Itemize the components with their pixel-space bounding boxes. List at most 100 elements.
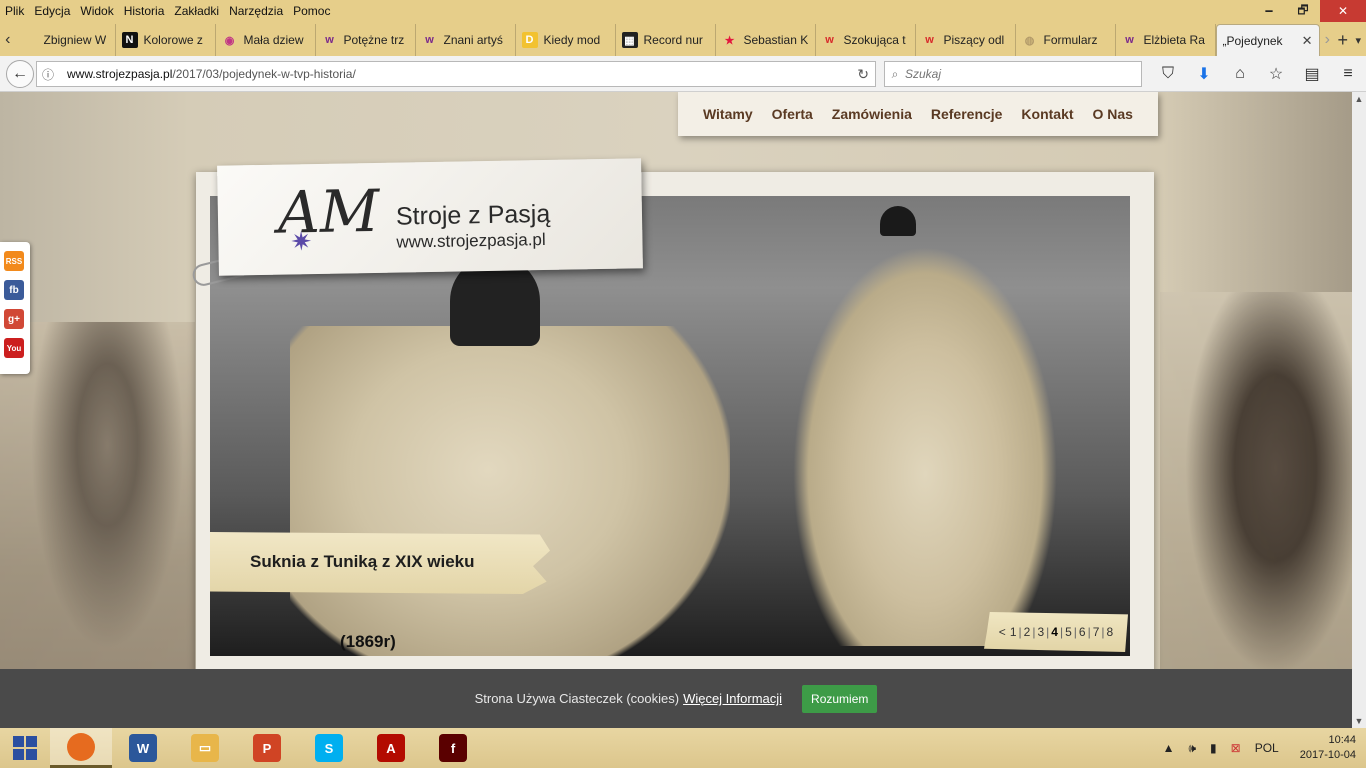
star-icon: ★ [724, 34, 735, 47]
tab-close-icon[interactable]: ✕ [1302, 33, 1313, 49]
tab-title: Sebastian K [743, 33, 809, 47]
clock-date: 2017-10-04 [1299, 749, 1356, 761]
network-icon[interactable]: ▮ [1210, 741, 1217, 755]
cookie-accept-button[interactable]: Rozumiem [802, 684, 878, 713]
menu-pomoc[interactable]: Pomoc [288, 4, 335, 18]
list-all-tabs-icon[interactable]: ▾ [1351, 24, 1366, 56]
download-icon[interactable]: ⬇ [1186, 60, 1222, 88]
url-bar[interactable]: ⓘ www.strojezpasja.pl/2017/03/pojedynek-… [36, 61, 876, 87]
tab-0[interactable]: Zbigniew W [16, 24, 116, 56]
url-text[interactable]: www.strojezpasja.pl/2017/03/pojedynek-w-… [59, 67, 356, 81]
maximize-button[interactable]: 🗗 [1286, 0, 1320, 22]
back-button[interactable]: ← [6, 59, 34, 88]
nav-referencje[interactable]: Referencje [931, 106, 1003, 122]
tab-title: Szokująca t [843, 33, 906, 47]
tab-scroll-right-icon[interactable]: › [1320, 24, 1336, 56]
tab-5[interactable]: D Kiedy mod [516, 24, 616, 56]
tab-title: Kiedy mod [543, 33, 601, 47]
start-button[interactable] [0, 728, 50, 768]
home-icon[interactable]: ⌂ [1222, 60, 1258, 88]
pager-page-6[interactable]: 6 [1079, 625, 1086, 639]
pager-page-8[interactable]: 8 [1107, 625, 1114, 639]
pager-separator: | [1046, 625, 1050, 639]
info-icon[interactable]: ⓘ [37, 66, 59, 83]
bookmark-star-icon[interactable]: ☆ [1258, 60, 1294, 88]
tab-4[interactable]: w Znani artyś [416, 24, 516, 56]
tab-11[interactable]: w Elżbieta Ra [1116, 24, 1216, 56]
pager-page-3[interactable]: 3 [1037, 625, 1044, 639]
pager-page-5[interactable]: 5 [1065, 625, 1072, 639]
tab-1[interactable]: N Kolorowe z [116, 24, 216, 56]
windows-logo-icon [13, 736, 37, 760]
nav-kontakt[interactable]: Kontakt [1021, 106, 1073, 122]
rss-icon[interactable]: RSS [4, 251, 24, 271]
cookie-more-info-link[interactable]: Więcej Informacji [683, 691, 782, 706]
pager-prev[interactable]: < [999, 625, 1006, 639]
skype-icon: S [315, 734, 343, 762]
search-input[interactable] [905, 67, 1125, 81]
menu-widok[interactable]: Widok [75, 4, 118, 18]
taskbar-app-word[interactable]: W [112, 728, 174, 768]
reader-list-icon[interactable]: ▤ [1294, 60, 1330, 88]
site-logo[interactable]: AM ✷ Stroje z Pasją www.strojezpasja.pl [217, 158, 643, 276]
close-button[interactable]: ✕ [1320, 0, 1366, 22]
clock-time: 10:44 [1328, 734, 1356, 746]
slider-pager: < 1 | 2 | 3 | 4 | 5 | 6 | 7 | 8 [984, 612, 1128, 652]
menu-narzedzia[interactable]: Narzędzia [224, 4, 288, 18]
notification-disabled-icon[interactable]: ⊠ [1231, 741, 1241, 755]
tab-6[interactable]: ▦ Record nur [616, 24, 716, 56]
taskbar-app-acrobat[interactable]: A [360, 728, 422, 768]
page-scrollbar[interactable]: ▲ ▼ [1352, 92, 1366, 728]
clock[interactable]: 10:44 2017-10-04 [1300, 733, 1356, 763]
tray-expand-icon[interactable]: ▲ [1163, 741, 1175, 755]
taskbar-app-skype[interactable]: S [298, 728, 360, 768]
menu-edycja[interactable]: Edycja [29, 4, 75, 18]
google-plus-icon[interactable]: g+ [4, 309, 24, 329]
nav-o-nas[interactable]: O Nas [1092, 106, 1132, 122]
tab-10[interactable]: ◍ Formularz [1016, 24, 1116, 56]
pager-page-2[interactable]: 2 [1024, 625, 1031, 639]
search-bar[interactable]: ⌕ [884, 61, 1142, 87]
pager-page-1[interactable]: 1 [1010, 625, 1017, 639]
nav-witamy[interactable]: Witamy [703, 106, 753, 122]
volume-icon[interactable]: 🕪 [1188, 741, 1196, 756]
menu-plik[interactable]: Plik [0, 4, 29, 18]
pager-separator: | [1073, 625, 1077, 639]
slide-year: (1869r) [340, 632, 396, 651]
nav-oferta[interactable]: Oferta [772, 106, 813, 122]
scroll-down-icon[interactable]: ▼ [1352, 714, 1366, 728]
tab-title: Record nur [643, 33, 703, 47]
new-tab-button[interactable]: + [1335, 24, 1351, 56]
taskbar-app-file-explorer[interactable]: ▭ [174, 728, 236, 768]
menu-historia[interactable]: Historia [119, 4, 170, 18]
tab-8[interactable]: w Szokująca t [816, 24, 916, 56]
menu-zakladki[interactable]: Zakładki [169, 4, 224, 18]
hamburger-menu-icon[interactable]: ≡ [1330, 60, 1366, 88]
w-red-logo-icon: w [825, 34, 834, 46]
flash-icon: f [439, 734, 467, 762]
pager-page-7[interactable]: 7 [1093, 625, 1100, 639]
minimize-button[interactable]: 🗕 [1252, 0, 1286, 22]
tab-9[interactable]: w Piszący odl [916, 24, 1016, 56]
taskbar-app-flash[interactable]: f [422, 728, 484, 768]
taskbar-app-powerpoint[interactable]: P [236, 728, 298, 768]
tab-2[interactable]: ◉ Mała dziew [216, 24, 316, 56]
tab-strip: ‹ Zbigniew W N Kolorowe z ◉ Mała dziew w Potęż… [0, 22, 1366, 56]
pager-separator: | [1101, 625, 1105, 639]
powerpoint-icon: P [253, 734, 281, 762]
pocket-icon[interactable]: ⛉ [1150, 60, 1186, 88]
nav-zamowienia[interactable]: Zamówienia [832, 106, 912, 122]
facebook-icon[interactable]: fb [4, 280, 24, 300]
logo-name: Stroje z Pasją [395, 199, 551, 231]
tab-list: Zbigniew W N Kolorowe z ◉ Mała dziew w Potężne… [16, 24, 1320, 56]
tab-active[interactable]: „Pojedynek ✕ [1215, 24, 1320, 56]
tab-7[interactable]: ★ Sebastian K [716, 24, 816, 56]
tab-3[interactable]: w Potężne trz [316, 24, 416, 56]
scroll-up-icon[interactable]: ▲ [1352, 92, 1366, 106]
taskbar-app-firefox[interactable] [50, 728, 112, 768]
reload-icon[interactable]: ↻ [857, 66, 869, 83]
pager-page-4-current[interactable]: 4 [1051, 625, 1058, 639]
language-indicator[interactable]: POL [1255, 741, 1279, 755]
youtube-icon[interactable]: You [4, 338, 24, 358]
tab-scroll-left-icon[interactable]: ‹ [0, 24, 16, 56]
